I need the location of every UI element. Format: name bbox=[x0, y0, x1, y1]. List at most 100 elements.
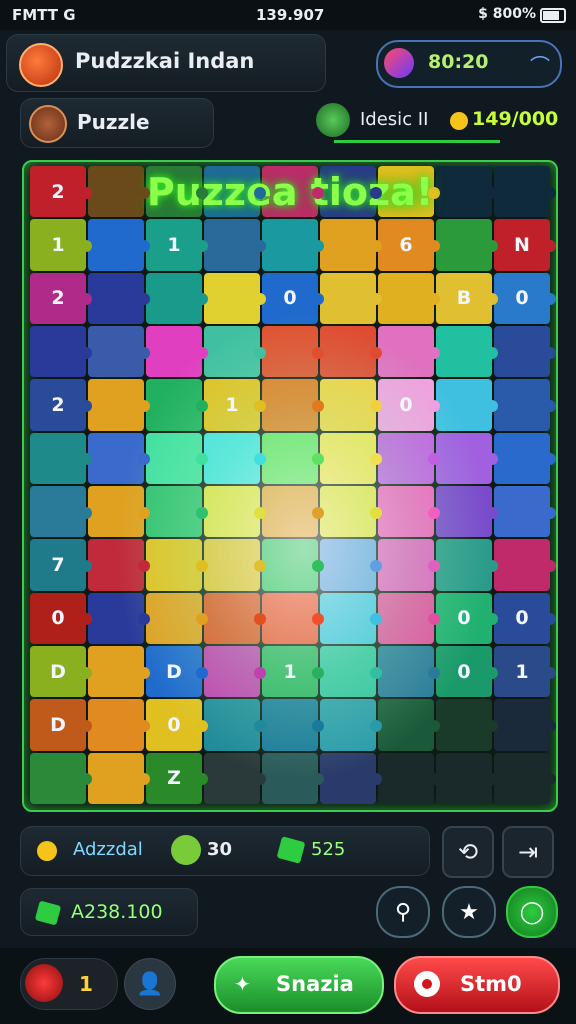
puzzle-piece[interactable] bbox=[378, 752, 440, 804]
puzzle-piece[interactable] bbox=[320, 485, 382, 538]
puzzle-piece[interactable] bbox=[378, 325, 440, 378]
puzzle-piece[interactable]: D bbox=[146, 645, 208, 698]
puzzle-piece[interactable]: Z bbox=[146, 752, 208, 804]
puzzle-piece[interactable] bbox=[88, 539, 150, 591]
puzzle-piece[interactable] bbox=[204, 592, 266, 644]
puzzle-piece[interactable] bbox=[88, 699, 150, 751]
puzzle-piece[interactable] bbox=[320, 539, 382, 591]
puzzle-piece[interactable]: 1 bbox=[30, 219, 92, 271]
puzzle-piece[interactable] bbox=[320, 645, 382, 698]
puzzle-piece[interactable] bbox=[378, 645, 440, 698]
puzzle-piece[interactable] bbox=[146, 592, 208, 644]
puzzle-piece[interactable] bbox=[494, 379, 556, 431]
puzzle-piece[interactable] bbox=[204, 432, 266, 484]
puzzle-piece[interactable] bbox=[88, 592, 150, 644]
puzzle-piece[interactable] bbox=[30, 485, 92, 538]
puzzle-piece[interactable] bbox=[494, 485, 556, 538]
puzzle-piece[interactable] bbox=[436, 485, 498, 538]
puzzle-piece[interactable] bbox=[146, 539, 208, 591]
favorite-button[interactable]: ★ bbox=[442, 886, 496, 938]
puzzle-piece[interactable] bbox=[494, 432, 556, 484]
puzzle-piece[interactable]: 0 bbox=[30, 592, 92, 644]
puzzle-piece[interactable] bbox=[88, 432, 150, 484]
profile-button[interactable]: 👤 bbox=[124, 958, 176, 1010]
puzzle-piece[interactable] bbox=[146, 432, 208, 484]
puzzle-piece[interactable]: 1 bbox=[262, 645, 324, 698]
puzzle-piece[interactable] bbox=[320, 272, 382, 324]
puzzle-piece[interactable] bbox=[262, 592, 324, 644]
shuffle-button[interactable]: ⟲ bbox=[442, 826, 494, 878]
puzzle-piece[interactable] bbox=[204, 485, 266, 538]
timer-pill[interactable]: 80:20 ⌒ bbox=[376, 40, 562, 88]
puzzle-piece[interactable]: 6 bbox=[378, 219, 440, 271]
puzzle-piece[interactable]: N bbox=[494, 219, 556, 271]
puzzle-piece[interactable] bbox=[204, 699, 266, 751]
puzzle-piece[interactable] bbox=[30, 752, 92, 804]
puzzle-piece[interactable] bbox=[88, 219, 150, 271]
puzzle-piece[interactable] bbox=[204, 539, 266, 591]
puzzle-piece[interactable] bbox=[204, 645, 266, 698]
puzzle-piece[interactable]: 0 bbox=[262, 272, 324, 324]
puzzle-board[interactable]: 2 1 1 6 N 2 0 B 0 2 1 0 7 0 0 0 D D 1 0 1 D 0 Z Puzzea tioza! bbox=[22, 160, 558, 812]
puzzle-piece[interactable] bbox=[88, 379, 150, 431]
puzzle-piece[interactable] bbox=[262, 539, 324, 591]
puzzle-piece[interactable] bbox=[320, 592, 382, 644]
exit-button[interactable]: ⇥ bbox=[502, 826, 554, 878]
puzzle-piece[interactable] bbox=[146, 485, 208, 538]
puzzle-piece[interactable] bbox=[146, 379, 208, 431]
confirm-button[interactable]: ◯ bbox=[506, 886, 558, 938]
puzzle-piece[interactable]: 0 bbox=[494, 272, 556, 324]
puzzle-piece[interactable] bbox=[262, 325, 324, 378]
puzzle-piece[interactable] bbox=[494, 325, 556, 378]
puzzle-piece[interactable] bbox=[494, 752, 556, 804]
puzzle-piece[interactable] bbox=[320, 699, 382, 751]
puzzle-piece[interactable] bbox=[30, 325, 92, 378]
puzzle-piece[interactable] bbox=[204, 752, 266, 804]
puzzle-piece[interactable]: D bbox=[30, 699, 92, 751]
puzzle-piece[interactable] bbox=[378, 432, 440, 484]
puzzle-piece[interactable] bbox=[436, 699, 498, 751]
puzzle-piece[interactable]: 1 bbox=[204, 379, 266, 431]
puzzle-piece[interactable] bbox=[378, 592, 440, 644]
puzzle-piece[interactable]: 2 bbox=[30, 272, 92, 324]
puzzle-piece[interactable]: D bbox=[30, 645, 92, 698]
puzzle-piece[interactable] bbox=[262, 699, 324, 751]
puzzle-piece[interactable] bbox=[88, 645, 150, 698]
stop-button[interactable]: Stm0 bbox=[394, 956, 560, 1014]
puzzle-piece[interactable] bbox=[146, 272, 208, 324]
puzzle-piece[interactable]: B bbox=[436, 272, 498, 324]
puzzle-piece[interactable]: 0 bbox=[146, 699, 208, 751]
puzzle-piece[interactable]: 2 bbox=[30, 379, 92, 431]
puzzle-piece[interactable] bbox=[320, 219, 382, 271]
mode-selector[interactable]: Puzzle bbox=[20, 98, 214, 148]
puzzle-piece[interactable]: 0 bbox=[378, 379, 440, 431]
puzzle-piece[interactable] bbox=[88, 325, 150, 378]
puzzle-piece[interactable] bbox=[320, 432, 382, 484]
puzzle-piece[interactable]: 0 bbox=[436, 592, 498, 644]
puzzle-piece[interactable] bbox=[88, 272, 150, 324]
puzzle-piece[interactable] bbox=[436, 219, 498, 271]
puzzle-piece[interactable] bbox=[494, 699, 556, 751]
puzzle-piece[interactable] bbox=[436, 432, 498, 484]
puzzle-piece[interactable] bbox=[262, 752, 324, 804]
puzzle-piece[interactable] bbox=[436, 752, 498, 804]
puzzle-piece[interactable] bbox=[378, 485, 440, 538]
puzzle-piece[interactable] bbox=[88, 752, 150, 804]
puzzle-piece[interactable] bbox=[320, 752, 382, 804]
puzzle-piece[interactable] bbox=[88, 485, 150, 538]
puzzle-piece[interactable] bbox=[262, 379, 324, 431]
puzzle-piece[interactable] bbox=[436, 379, 498, 431]
puzzle-piece[interactable] bbox=[204, 325, 266, 378]
puzzle-piece[interactable] bbox=[262, 485, 324, 538]
puzzle-piece[interactable] bbox=[378, 699, 440, 751]
puzzle-piece[interactable] bbox=[204, 219, 266, 271]
puzzle-piece[interactable] bbox=[320, 325, 382, 378]
lives-pill[interactable]: 1 bbox=[20, 958, 118, 1010]
puzzle-piece[interactable] bbox=[436, 325, 498, 378]
puzzle-piece[interactable] bbox=[204, 272, 266, 324]
puzzle-piece[interactable] bbox=[146, 325, 208, 378]
puzzle-piece[interactable]: 0 bbox=[436, 645, 498, 698]
puzzle-piece[interactable]: 0 bbox=[494, 592, 556, 644]
puzzle-piece[interactable]: 1 bbox=[494, 645, 556, 698]
puzzle-piece[interactable] bbox=[436, 539, 498, 591]
